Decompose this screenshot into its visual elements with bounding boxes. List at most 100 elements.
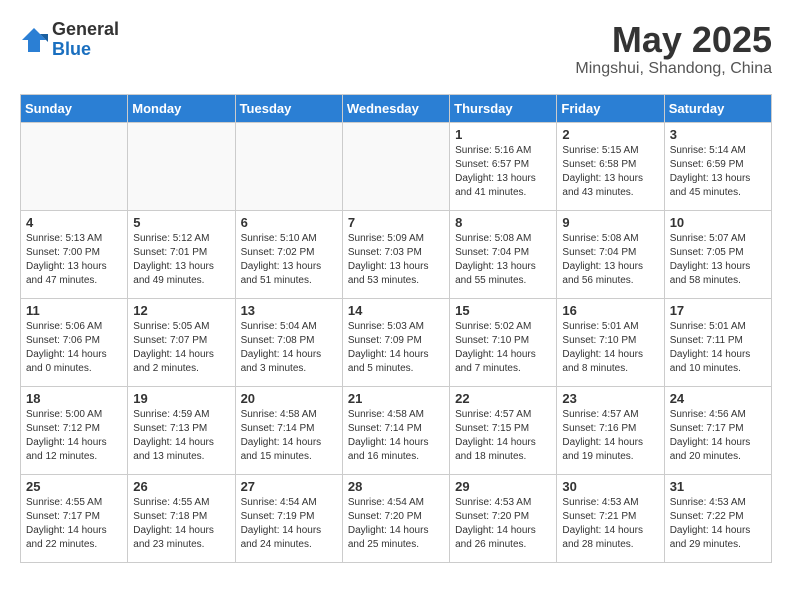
calendar-cell: 28 Sunrise: 4:54 AM Sunset: 7:20 PM Dayli… (342, 474, 449, 562)
calendar-cell: 29 Sunrise: 4:53 AM Sunset: 7:20 PM Dayli… (450, 474, 557, 562)
day-number: 25 (26, 479, 122, 494)
calendar-cell: 18Sunrise: 5:00 AM Sunset: 7:12 PM Dayli… (21, 386, 128, 474)
calendar-cell: 16Sunrise: 5:01 AM Sunset: 7:10 PM Dayli… (557, 298, 664, 386)
day-info: Sunrise: 4:55 AM Sunset: 7:17 PM Dayligh… (26, 496, 122, 552)
calendar-cell: 14 Sunrise: 5:03 AM Sunset: 7:09 PM Dayli… (342, 298, 449, 386)
day-number: 26 (133, 479, 229, 494)
day-info: Sunrise: 4:56 AM Sunset: 7:17 PM Dayligh… (670, 408, 766, 464)
day-number: 14 (348, 303, 444, 318)
week-row-5: 25 Sunrise: 4:55 AM Sunset: 7:17 PM Dayli… (21, 474, 772, 562)
day-number: 9 (562, 215, 658, 230)
page-header: General Blue May 2025 Mingshui, Shandong… (20, 20, 772, 78)
day-info: Sunrise: 5:15 AM Sunset: 6:58 PM Dayligh… (562, 144, 658, 200)
day-number: 8 (455, 215, 551, 230)
calendar-cell: 26 Sunrise: 4:55 AM Sunset: 7:18 PM Dayli… (128, 474, 235, 562)
calendar-cell: 19 Sunrise: 4:59 AM Sunset: 7:13 PM Dayli… (128, 386, 235, 474)
day-number: 22 (455, 391, 551, 406)
day-number: 16 (562, 303, 658, 318)
week-row-1: 1 Sunrise: 5:16 AM Sunset: 6:57 PM Daylig… (21, 122, 772, 210)
logo-general-text: General (52, 20, 119, 40)
day-info: Sunrise: 5:02 AM Sunset: 7:10 PM Dayligh… (455, 320, 551, 376)
calendar-cell: 12 Sunrise: 5:05 AM Sunset: 7:07 PM Dayli… (128, 298, 235, 386)
day-info: Sunrise: 4:58 AM Sunset: 7:14 PM Dayligh… (348, 408, 444, 464)
month-title: May 2025 (575, 20, 772, 60)
calendar-cell (128, 122, 235, 210)
calendar-cell (342, 122, 449, 210)
calendar-cell: 7Sunrise: 5:09 AM Sunset: 7:03 PM Daylig… (342, 210, 449, 298)
calendar-cell: 30 Sunrise: 4:53 AM Sunset: 7:21 PM Dayli… (557, 474, 664, 562)
day-number: 2 (562, 127, 658, 142)
day-info: Sunrise: 4:53 AM Sunset: 7:22 PM Dayligh… (670, 496, 766, 552)
day-info: Sunrise: 5:08 AM Sunset: 7:04 PM Dayligh… (455, 232, 551, 288)
header-friday: Friday (557, 94, 664, 122)
logo-icon (20, 26, 48, 54)
day-number: 1 (455, 127, 551, 142)
day-number: 21 (348, 391, 444, 406)
day-info: Sunrise: 5:16 AM Sunset: 6:57 PM Dayligh… (455, 144, 551, 200)
day-number: 4 (26, 215, 122, 230)
day-info: Sunrise: 4:57 AM Sunset: 7:15 PM Dayligh… (455, 408, 551, 464)
calendar-cell: 25 Sunrise: 4:55 AM Sunset: 7:17 PM Dayli… (21, 474, 128, 562)
header-tuesday: Tuesday (235, 94, 342, 122)
day-info: Sunrise: 5:14 AM Sunset: 6:59 PM Dayligh… (670, 144, 766, 200)
calendar-cell: 8 Sunrise: 5:08 AM Sunset: 7:04 PM Daylig… (450, 210, 557, 298)
day-info: Sunrise: 5:06 AM Sunset: 7:06 PM Dayligh… (26, 320, 122, 376)
day-info: Sunrise: 4:54 AM Sunset: 7:19 PM Dayligh… (241, 496, 337, 552)
calendar-cell: 24Sunrise: 4:56 AM Sunset: 7:17 PM Dayli… (664, 386, 771, 474)
calendar-cell: 11 Sunrise: 5:06 AM Sunset: 7:06 PM Dayli… (21, 298, 128, 386)
calendar-cell (235, 122, 342, 210)
header-saturday: Saturday (664, 94, 771, 122)
day-number: 6 (241, 215, 337, 230)
day-number: 31 (670, 479, 766, 494)
day-info: Sunrise: 5:09 AM Sunset: 7:03 PM Dayligh… (348, 232, 444, 288)
calendar-cell: 9 Sunrise: 5:08 AM Sunset: 7:04 PM Daylig… (557, 210, 664, 298)
day-info: Sunrise: 4:54 AM Sunset: 7:20 PM Dayligh… (348, 496, 444, 552)
calendar-cell: 2 Sunrise: 5:15 AM Sunset: 6:58 PM Daylig… (557, 122, 664, 210)
day-info: Sunrise: 5:08 AM Sunset: 7:04 PM Dayligh… (562, 232, 658, 288)
calendar-cell: 5Sunrise: 5:12 AM Sunset: 7:01 PM Daylig… (128, 210, 235, 298)
day-info: Sunrise: 4:53 AM Sunset: 7:20 PM Dayligh… (455, 496, 551, 552)
day-info: Sunrise: 5:04 AM Sunset: 7:08 PM Dayligh… (241, 320, 337, 376)
day-info: Sunrise: 4:59 AM Sunset: 7:13 PM Dayligh… (133, 408, 229, 464)
week-row-4: 18Sunrise: 5:00 AM Sunset: 7:12 PM Dayli… (21, 386, 772, 474)
day-number: 28 (348, 479, 444, 494)
calendar-cell: 20 Sunrise: 4:58 AM Sunset: 7:14 PM Dayli… (235, 386, 342, 474)
calendar-cell: 4 Sunrise: 5:13 AM Sunset: 7:00 PM Daylig… (21, 210, 128, 298)
day-info: Sunrise: 5:03 AM Sunset: 7:09 PM Dayligh… (348, 320, 444, 376)
calendar-cell: 17Sunrise: 5:01 AM Sunset: 7:11 PM Dayli… (664, 298, 771, 386)
day-info: Sunrise: 4:53 AM Sunset: 7:21 PM Dayligh… (562, 496, 658, 552)
day-info: Sunrise: 4:57 AM Sunset: 7:16 PM Dayligh… (562, 408, 658, 464)
day-number: 27 (241, 479, 337, 494)
logo-blue-text: Blue (52, 40, 119, 60)
day-number: 12 (133, 303, 229, 318)
header-wednesday: Wednesday (342, 94, 449, 122)
day-number: 19 (133, 391, 229, 406)
day-info: Sunrise: 5:05 AM Sunset: 7:07 PM Dayligh… (133, 320, 229, 376)
day-info: Sunrise: 4:55 AM Sunset: 7:18 PM Dayligh… (133, 496, 229, 552)
calendar-cell: 23 Sunrise: 4:57 AM Sunset: 7:16 PM Dayli… (557, 386, 664, 474)
title-block: May 2025 Mingshui, Shandong, China (575, 20, 772, 78)
calendar-cell: 15Sunrise: 5:02 AM Sunset: 7:10 PM Dayli… (450, 298, 557, 386)
day-info: Sunrise: 5:12 AM Sunset: 7:01 PM Dayligh… (133, 232, 229, 288)
calendar-cell: 10Sunrise: 5:07 AM Sunset: 7:05 PM Dayli… (664, 210, 771, 298)
day-number: 11 (26, 303, 122, 318)
calendar-header-row: Sunday Monday Tuesday Wednesday Thursday… (21, 94, 772, 122)
day-info: Sunrise: 4:58 AM Sunset: 7:14 PM Dayligh… (241, 408, 337, 464)
day-number: 23 (562, 391, 658, 406)
calendar-cell: 1 Sunrise: 5:16 AM Sunset: 6:57 PM Daylig… (450, 122, 557, 210)
day-info: Sunrise: 5:13 AM Sunset: 7:00 PM Dayligh… (26, 232, 122, 288)
day-number: 10 (670, 215, 766, 230)
day-number: 18 (26, 391, 122, 406)
calendar-cell: 31 Sunrise: 4:53 AM Sunset: 7:22 PM Dayli… (664, 474, 771, 562)
calendar-cell: 3 Sunrise: 5:14 AM Sunset: 6:59 PM Daylig… (664, 122, 771, 210)
day-number: 29 (455, 479, 551, 494)
day-number: 13 (241, 303, 337, 318)
day-number: 20 (241, 391, 337, 406)
logo: General Blue (20, 20, 119, 60)
location-subtitle: Mingshui, Shandong, China (575, 60, 772, 78)
day-number: 30 (562, 479, 658, 494)
calendar-cell: 13 Sunrise: 5:04 AM Sunset: 7:08 PM Dayli… (235, 298, 342, 386)
calendar-cell: 21 Sunrise: 4:58 AM Sunset: 7:14 PM Dayli… (342, 386, 449, 474)
week-row-2: 4 Sunrise: 5:13 AM Sunset: 7:00 PM Daylig… (21, 210, 772, 298)
day-number: 3 (670, 127, 766, 142)
